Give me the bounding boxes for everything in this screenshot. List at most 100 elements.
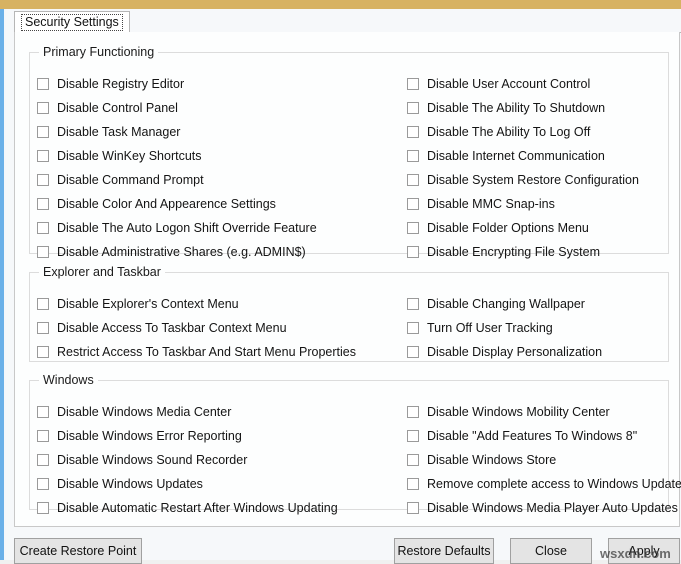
checkbox-icon[interactable] — [407, 502, 419, 514]
checkbox-label: Disable Color And Appearence Settings — [57, 197, 276, 211]
checkbox-label: Disable Automatic Restart After Windows … — [57, 501, 338, 515]
checkbox-label: Disable Changing Wallpaper — [427, 297, 585, 311]
checkbox-icon[interactable] — [37, 406, 49, 418]
checkbox-icon[interactable] — [407, 198, 419, 210]
tab-security-settings-label: Security Settings — [21, 14, 123, 31]
group-primary-functioning-label: Primary Functioning — [39, 45, 158, 59]
checkbox-row-disable-windows-sound-recorder[interactable]: Disable Windows Sound Recorder — [37, 452, 247, 468]
checkbox-row-disable-internet-communication[interactable]: Disable Internet Communication — [407, 148, 605, 164]
checkbox-row-disable-windows-store[interactable]: Disable Windows Store — [407, 452, 556, 468]
checkbox-label: Disable Windows Mobility Center — [427, 405, 610, 419]
checkbox-icon[interactable] — [37, 346, 49, 358]
checkbox-row-disable-encrypting-file-system[interactable]: Disable Encrypting File System — [407, 244, 600, 260]
checkbox-label: Disable The Ability To Shutdown — [427, 101, 605, 115]
checkbox-icon[interactable] — [37, 478, 49, 490]
checkbox-row-disable-the-auto-logon-shift-override-feature[interactable]: Disable The Auto Logon Shift Override Fe… — [37, 220, 317, 236]
checkbox-icon[interactable] — [407, 406, 419, 418]
checkbox-label: Disable Windows Error Reporting — [57, 429, 242, 443]
checkbox-row-disable-administrative-shares-e-g-admin[interactable]: Disable Administrative Shares (e.g. ADMI… — [37, 244, 306, 260]
checkbox-row-turn-off-user-tracking[interactable]: Turn Off User Tracking — [407, 320, 553, 336]
checkbox-label: Disable Explorer's Context Menu — [57, 297, 239, 311]
checkbox-row-disable-display-personalization[interactable]: Disable Display Personalization — [407, 344, 602, 360]
checkbox-icon[interactable] — [37, 322, 49, 334]
checkbox-icon[interactable] — [407, 298, 419, 310]
checkbox-icon[interactable] — [37, 246, 49, 258]
tab-strip: Security Settings — [14, 11, 681, 33]
checkbox-row-disable-the-ability-to-log-off[interactable]: Disable The Ability To Log Off — [407, 124, 590, 140]
checkbox-label: Disable Access To Taskbar Context Menu — [57, 321, 287, 335]
title-bar — [0, 0, 681, 9]
checkbox-row-disable-windows-error-reporting[interactable]: Disable Windows Error Reporting — [37, 428, 242, 444]
group-windows-label: Windows — [39, 373, 98, 387]
checkbox-icon[interactable] — [37, 430, 49, 442]
checkbox-icon[interactable] — [37, 150, 49, 162]
checkbox-row-disable-windows-media-player-auto-updates[interactable]: Disable Windows Media Player Auto Update… — [407, 500, 678, 516]
checkbox-icon[interactable] — [37, 502, 49, 514]
checkbox-row-remove-complete-access-to-windows-updates[interactable]: Remove complete access to Windows Update… — [407, 476, 681, 492]
checkbox-icon[interactable] — [407, 322, 419, 334]
checkbox-row-disable-color-and-appearence-settings[interactable]: Disable Color And Appearence Settings — [37, 196, 276, 212]
checkbox-icon[interactable] — [37, 222, 49, 234]
checkbox-label: Turn Off User Tracking — [427, 321, 553, 335]
checkbox-label: Disable Control Panel — [57, 101, 178, 115]
checkbox-icon[interactable] — [407, 102, 419, 114]
checkbox-icon[interactable] — [37, 198, 49, 210]
checkbox-label: Disable Command Prompt — [57, 173, 204, 187]
checkbox-row-disable-task-manager[interactable]: Disable Task Manager — [37, 124, 180, 140]
checkbox-icon[interactable] — [407, 454, 419, 466]
checkbox-label: Disable Windows Media Center — [57, 405, 231, 419]
checkbox-icon[interactable] — [37, 78, 49, 90]
checkbox-label: Disable Internet Communication — [427, 149, 605, 163]
checkbox-icon[interactable] — [407, 78, 419, 90]
checkbox-icon[interactable] — [37, 454, 49, 466]
restore-defaults-button[interactable]: Restore Defaults — [394, 538, 494, 564]
tab-page-security-settings: Primary Functioning Explorer and Taskbar… — [14, 32, 680, 527]
apply-button[interactable]: Apply — [608, 538, 680, 564]
close-button[interactable]: Close — [510, 538, 592, 564]
checkbox-label: Restrict Access To Taskbar And Start Men… — [57, 345, 356, 359]
create-restore-point-button[interactable]: Create Restore Point — [14, 538, 142, 564]
checkbox-label: Disable System Restore Configuration — [427, 173, 639, 187]
checkbox-row-disable-windows-mobility-center[interactable]: Disable Windows Mobility Center — [407, 404, 610, 420]
checkbox-label: Disable The Auto Logon Shift Override Fe… — [57, 221, 317, 235]
checkbox-row-disable-mmc-snap-ins[interactable]: Disable MMC Snap-ins — [407, 196, 555, 212]
checkbox-label: Disable Encrypting File System — [427, 245, 600, 259]
checkbox-label: Disable Display Personalization — [427, 345, 602, 359]
checkbox-icon[interactable] — [407, 150, 419, 162]
checkbox-icon[interactable] — [37, 102, 49, 114]
checkbox-icon[interactable] — [407, 478, 419, 490]
checkbox-row-disable-winkey-shortcuts[interactable]: Disable WinKey Shortcuts — [37, 148, 202, 164]
checkbox-label: Disable Folder Options Menu — [427, 221, 589, 235]
checkbox-row-disable-access-to-taskbar-context-menu[interactable]: Disable Access To Taskbar Context Menu — [37, 320, 287, 336]
group-explorer-and-taskbar-label: Explorer and Taskbar — [39, 265, 165, 279]
checkbox-label: Disable Windows Sound Recorder — [57, 453, 247, 467]
checkbox-icon[interactable] — [37, 298, 49, 310]
client-area: Security Settings Primary Functioning Ex… — [6, 9, 681, 560]
checkbox-row-disable-registry-editor[interactable]: Disable Registry Editor — [37, 76, 184, 92]
checkbox-row-disable-the-ability-to-shutdown[interactable]: Disable The Ability To Shutdown — [407, 100, 605, 116]
checkbox-row-disable-control-panel[interactable]: Disable Control Panel — [37, 100, 178, 116]
checkbox-label: Disable MMC Snap-ins — [427, 197, 555, 211]
tab-security-settings[interactable]: Security Settings — [14, 11, 130, 32]
checkbox-row-disable-folder-options-menu[interactable]: Disable Folder Options Menu — [407, 220, 589, 236]
close-button-label: Close — [535, 544, 567, 558]
checkbox-icon[interactable] — [407, 346, 419, 358]
checkbox-icon[interactable] — [407, 222, 419, 234]
checkbox-row-disable-automatic-restart-after-windows-updating[interactable]: Disable Automatic Restart After Windows … — [37, 500, 338, 516]
checkbox-row-disable-command-prompt[interactable]: Disable Command Prompt — [37, 172, 204, 188]
checkbox-label: Disable Windows Media Player Auto Update… — [427, 501, 678, 515]
checkbox-icon[interactable] — [407, 246, 419, 258]
checkbox-row-disable-user-account-control[interactable]: Disable User Account Control — [407, 76, 590, 92]
checkbox-row-disable-add-features-to-windows-8[interactable]: Disable "Add Features To Windows 8" — [407, 428, 637, 444]
checkbox-row-disable-windows-media-center[interactable]: Disable Windows Media Center — [37, 404, 231, 420]
checkbox-icon[interactable] — [37, 126, 49, 138]
checkbox-row-disable-system-restore-configuration[interactable]: Disable System Restore Configuration — [407, 172, 639, 188]
checkbox-icon[interactable] — [407, 174, 419, 186]
checkbox-icon[interactable] — [407, 430, 419, 442]
checkbox-row-disable-changing-wallpaper[interactable]: Disable Changing Wallpaper — [407, 296, 585, 312]
checkbox-row-disable-windows-updates[interactable]: Disable Windows Updates — [37, 476, 203, 492]
checkbox-icon[interactable] — [407, 126, 419, 138]
checkbox-row-disable-explorer-s-context-menu[interactable]: Disable Explorer's Context Menu — [37, 296, 239, 312]
checkbox-row-restrict-access-to-taskbar-and-start-menu-properties[interactable]: Restrict Access To Taskbar And Start Men… — [37, 344, 356, 360]
checkbox-icon[interactable] — [37, 174, 49, 186]
